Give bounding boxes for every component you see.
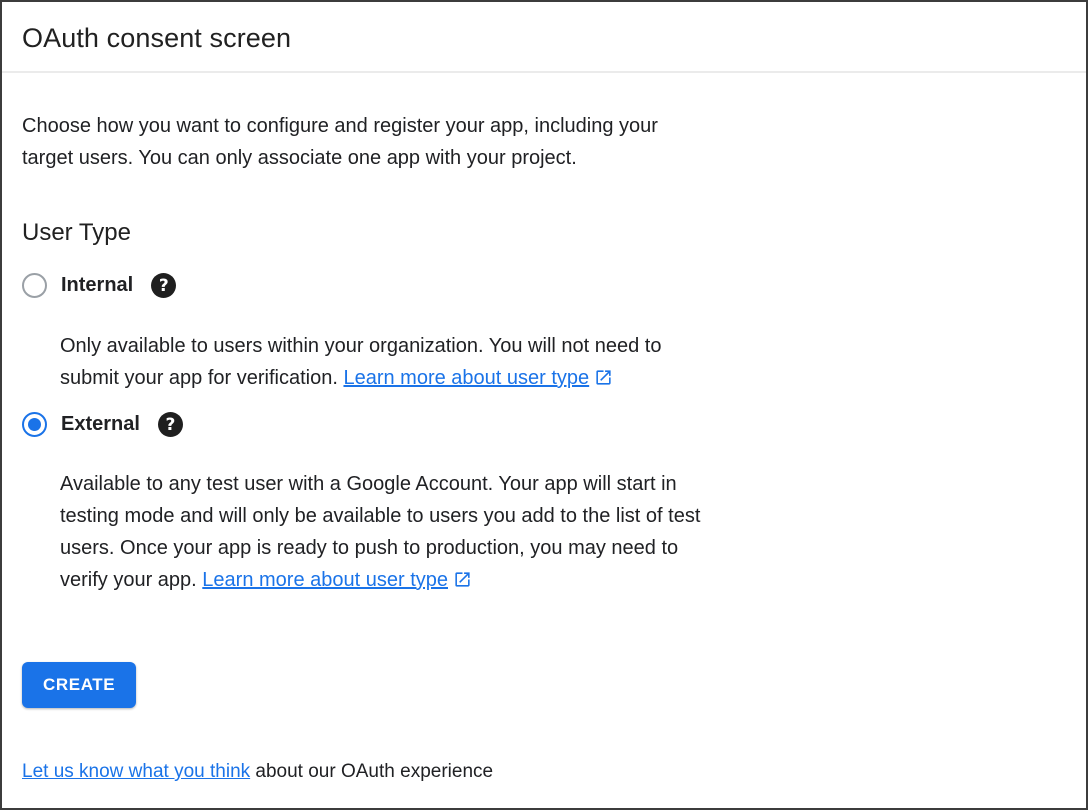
radio-option-internal[interactable]: Internal ? <box>22 273 1066 298</box>
learn-more-link-external[interactable]: Learn more about user type <box>202 569 472 591</box>
panel-header: OAuth consent screen <box>2 2 1086 53</box>
section-heading-user-type: User Type <box>22 219 1066 247</box>
header-divider <box>2 71 1086 73</box>
intro-text: Choose how you want to configure and reg… <box>22 110 882 174</box>
page-title: OAuth consent screen <box>22 23 1066 53</box>
radio-label-external[interactable]: External <box>61 413 140 436</box>
feedback-link[interactable]: Let us know what you think <box>22 761 250 782</box>
open-in-new-icon <box>594 368 613 387</box>
radio-button-internal-icon[interactable] <box>22 273 47 298</box>
oauth-consent-panel: OAuth consent screen Choose how you want… <box>0 0 1088 810</box>
option-description-internal: Only available to users within your orga… <box>60 330 920 394</box>
option-description-external: Available to any test user with a Google… <box>60 468 920 596</box>
create-button[interactable]: CREATE <box>22 662 136 708</box>
feedback-text: about our OAuth experience <box>250 761 493 782</box>
open-in-new-icon <box>453 570 472 589</box>
feedback-line: Let us know what you think about our OAu… <box>22 760 1066 784</box>
panel-body: Choose how you want to configure and reg… <box>2 110 1086 784</box>
radio-option-external[interactable]: External ? <box>22 412 1066 437</box>
help-icon[interactable]: ? <box>151 273 176 298</box>
help-icon[interactable]: ? <box>158 412 183 437</box>
learn-more-link-internal-label: Learn more about user type <box>343 367 589 389</box>
radio-button-external-icon-selected[interactable] <box>22 412 47 437</box>
learn-more-link-external-label: Learn more about user type <box>202 569 448 591</box>
learn-more-link-internal[interactable]: Learn more about user type <box>343 367 613 389</box>
radio-label-internal[interactable]: Internal <box>61 274 133 297</box>
